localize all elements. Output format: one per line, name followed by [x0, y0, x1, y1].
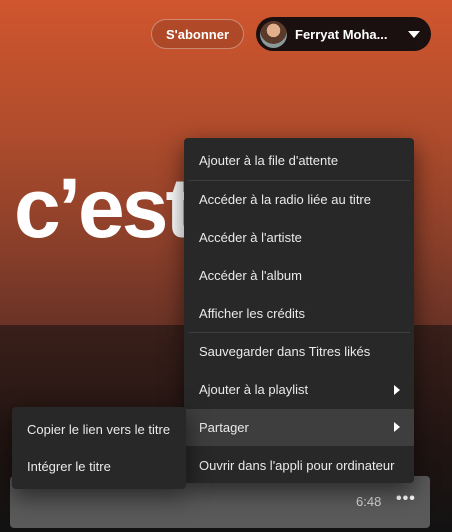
menu-item-label: Accéder à la radio liée au titre: [199, 192, 371, 208]
menu-item-label: Copier le lien vers le titre: [27, 422, 171, 437]
menu-item-save-liked[interactable]: Sauvegarder dans Titres likés: [184, 333, 414, 371]
share-submenu: Copier le lien vers le titre Intégrer le…: [12, 407, 186, 489]
chevron-right-icon: [394, 384, 400, 395]
menu-item-share[interactable]: Partager: [184, 408, 414, 447]
menu-item-label: Ouvrir dans l'appli pour ordinateur: [199, 457, 395, 473]
more-options-icon[interactable]: •••: [396, 490, 416, 508]
menu-item-label: Ajouter à la playlist: [199, 382, 309, 398]
user-name: Ferryat Moha...: [295, 26, 388, 42]
menu-item-add-to-queue[interactable]: Ajouter à la file d'attente: [184, 142, 414, 180]
menu-item-copy-track-link[interactable]: Copier le lien vers le titre: [12, 411, 186, 448]
menu-item-label: Partager: [199, 419, 249, 435]
menu-item-label: Accéder à l'artiste: [199, 229, 302, 245]
page-title: c’est: [14, 161, 193, 255]
chevron-down-icon: [408, 31, 420, 38]
track-duration: 6:48: [356, 494, 382, 509]
menu-item-go-to-album[interactable]: Accéder à l'album: [184, 256, 414, 294]
menu-item-label: Accéder à l'album: [199, 267, 302, 283]
menu-item-open-desktop-app[interactable]: Ouvrir dans l'appli pour ordinateur: [184, 446, 414, 484]
menu-item-label: Sauvegarder dans Titres likés: [199, 344, 371, 360]
menu-item-go-to-radio[interactable]: Accéder à la radio liée au titre: [184, 181, 414, 219]
context-menu: Ajouter à la file d'attente Accéder à la…: [184, 138, 414, 483]
menu-item-add-to-playlist[interactable]: Ajouter à la playlist: [184, 371, 414, 409]
menu-item-label: Intégrer le titre: [27, 459, 111, 474]
menu-item-label: Ajouter à la file d'attente: [199, 153, 339, 169]
menu-item-embed-track[interactable]: Intégrer le titre: [12, 448, 186, 485]
user-menu-button[interactable]: Ferryat Moha...: [256, 17, 431, 51]
menu-item-show-credits[interactable]: Afficher les crédits: [184, 294, 414, 332]
avatar: [260, 20, 287, 48]
menu-item-label: Afficher les crédits: [199, 305, 305, 321]
menu-item-go-to-artist[interactable]: Accéder à l'artiste: [184, 219, 414, 257]
subscribe-button[interactable]: S'abonner: [151, 19, 244, 49]
chevron-right-icon: [394, 422, 400, 433]
